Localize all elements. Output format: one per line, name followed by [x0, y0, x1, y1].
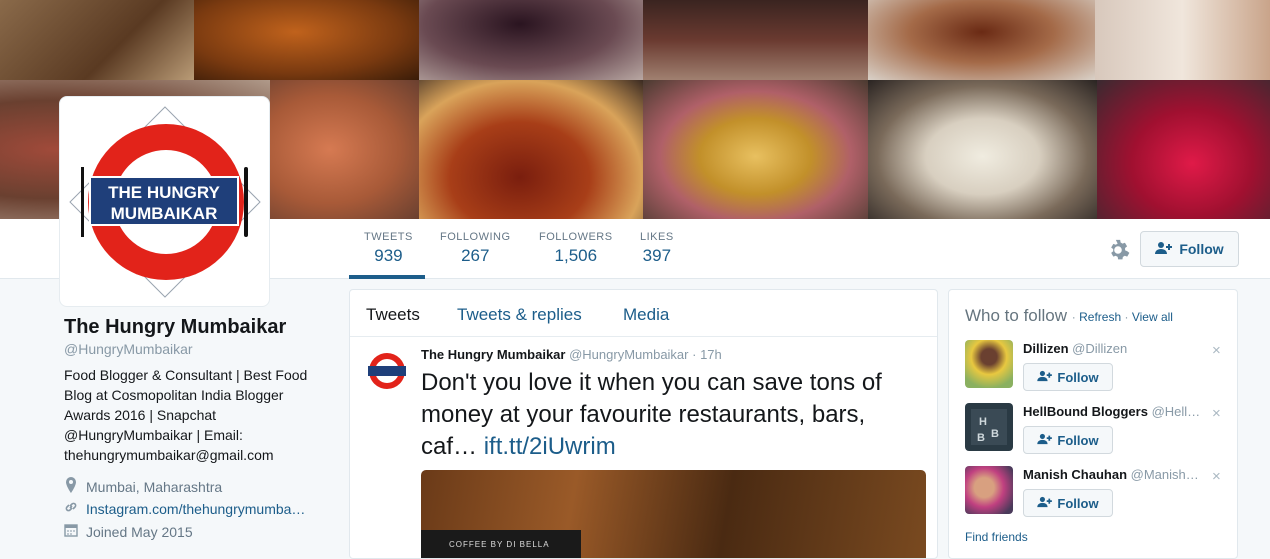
link-icon	[64, 500, 78, 517]
suggestion-item: Manish Chauhan @Manish… × Follow	[965, 466, 1230, 518]
follow-label: Follow	[1057, 432, 1099, 448]
stat-value: 1,506	[554, 246, 598, 265]
profile-website: Instagram.com/thehungrymumba…	[64, 500, 324, 517]
profile-card: The Hungry Mumbaikar @HungryMumbaikar Fo…	[64, 316, 324, 465]
calendar-icon	[64, 523, 78, 540]
tweet-link[interactable]: ift.tt/2iUwrim	[484, 433, 616, 460]
tab-media[interactable]: Media	[623, 305, 669, 325]
suggestion-fullname: Manish Chauhan	[1023, 467, 1128, 482]
refresh-link[interactable]: Refresh	[1079, 310, 1121, 324]
wtf-header: Who to follow · Refresh · View all	[965, 306, 1173, 326]
media-label: COFFEE BY DI BELLA	[449, 540, 550, 549]
follow-button-label: Follow	[1179, 241, 1224, 257]
stat-label: FOLLOWING	[440, 231, 511, 243]
suggestion-follow-button[interactable]: Follow	[1023, 363, 1113, 391]
separator: ·	[1071, 310, 1076, 324]
gear-icon[interactable]	[1105, 237, 1131, 263]
follow-button[interactable]: Follow	[1140, 231, 1239, 267]
joined-text: Joined May 2015	[86, 523, 193, 540]
suggestion-item: Dillizen @Dillizen × Follow	[965, 340, 1230, 392]
logo: THE HUNGRY MUMBAIKAR	[69, 106, 261, 298]
tweet-avatar[interactable]	[365, 349, 409, 393]
website-link[interactable]: Instagram.com/thehungrymumba…	[86, 501, 305, 517]
stat-tweets[interactable]: TWEETS 939	[364, 231, 413, 266]
stat-label: FOLLOWERS	[539, 231, 613, 243]
add-user-icon	[1037, 370, 1053, 385]
stat-value: 267	[461, 246, 490, 265]
suggestion-avatar[interactable]	[965, 340, 1013, 388]
suggestion-fullname: Dillizen	[1023, 341, 1069, 356]
location-pin-icon	[64, 477, 78, 496]
find-friends-link[interactable]: Find friends	[965, 530, 1028, 544]
svg-text:B: B	[977, 432, 985, 444]
dismiss-icon[interactable]: ×	[1212, 468, 1221, 485]
stat-label: LIKES	[640, 231, 674, 243]
timeline-tabs: Tweets Tweets & replies Media	[350, 290, 937, 337]
separator: ·	[1124, 310, 1129, 324]
suggestion-avatar[interactable]	[965, 466, 1013, 514]
suggestion-name[interactable]: Dillizen @Dillizen	[1023, 341, 1213, 356]
tweet-text: Don't you love it when you can save tons…	[421, 367, 921, 463]
follow-label: Follow	[1057, 369, 1099, 385]
tweet-time[interactable]: · 17h	[692, 347, 722, 362]
stat-value: 397	[642, 246, 672, 265]
stat-following[interactable]: FOLLOWING 267	[440, 231, 511, 266]
profile-handle[interactable]: @HungryMumbaikar	[64, 341, 324, 357]
avatar[interactable]: THE HUNGRY MUMBAIKAR	[59, 96, 270, 307]
who-to-follow: Who to follow · Refresh · View all Dilli…	[948, 289, 1238, 559]
logo-line1: THE HUNGRY	[108, 183, 220, 202]
add-user-icon	[1037, 496, 1053, 511]
logo-line2: MUMBAIKAR	[111, 204, 218, 223]
dismiss-icon[interactable]: ×	[1212, 342, 1221, 359]
svg-text:H: H	[979, 416, 987, 428]
stat-likes[interactable]: LIKES 397	[640, 231, 674, 266]
suggestion-fullname: HellBound Bloggers	[1023, 404, 1148, 419]
follow-label: Follow	[1057, 495, 1099, 511]
tab-tweets-replies[interactable]: Tweets & replies	[457, 305, 582, 325]
tweet-handle[interactable]: @HungryMumbaikar	[569, 347, 688, 362]
stat-label: TWEETS	[364, 231, 413, 243]
suggestion-item: HBB HellBound Bloggers @Hell… × Follow	[965, 403, 1230, 455]
suggestion-name[interactable]: Manish Chauhan @Manish…	[1023, 467, 1213, 482]
profile-name[interactable]: The Hungry Mumbaikar	[64, 316, 324, 339]
timeline: Tweets Tweets & replies Media The Hungry…	[349, 289, 938, 559]
tab-tweets[interactable]: Tweets	[366, 305, 420, 325]
suggestion-handle: @Dillizen	[1072, 341, 1128, 356]
add-user-icon	[1037, 433, 1053, 448]
svg-text:B: B	[991, 428, 999, 440]
profile-joined: Joined May 2015	[64, 523, 324, 540]
view-all-link[interactable]: View all	[1132, 310, 1173, 324]
profile-bio: Food Blogger & Consultant | Best Food Bl…	[64, 367, 308, 463]
tweet-author[interactable]: The Hungry Mumbaikar	[421, 347, 565, 362]
tweet-header: The Hungry Mumbaikar @HungryMumbaikar · …	[421, 347, 722, 362]
add-user-icon	[1155, 241, 1173, 258]
stat-value: 939	[374, 246, 403, 265]
suggestion-avatar[interactable]: HBB	[965, 403, 1013, 451]
profile-location: Mumbai, Maharashtra	[64, 477, 324, 496]
suggestion-handle: @Hell…	[1151, 404, 1201, 419]
suggestion-name[interactable]: HellBound Bloggers @Hell…	[1023, 404, 1213, 419]
suggestion-handle: @Manish…	[1130, 467, 1199, 482]
dismiss-icon[interactable]: ×	[1212, 405, 1221, 422]
tweet-media[interactable]: COFFEE BY DI BELLA	[421, 470, 926, 558]
active-stat-indicator	[349, 275, 425, 279]
wtf-title: Who to follow	[965, 306, 1068, 325]
location-text: Mumbai, Maharashtra	[86, 478, 223, 495]
stat-followers[interactable]: FOLLOWERS 1,506	[539, 231, 613, 266]
suggestion-follow-button[interactable]: Follow	[1023, 426, 1113, 454]
suggestion-follow-button[interactable]: Follow	[1023, 489, 1113, 517]
media-label-box: COFFEE BY DI BELLA	[421, 530, 581, 558]
